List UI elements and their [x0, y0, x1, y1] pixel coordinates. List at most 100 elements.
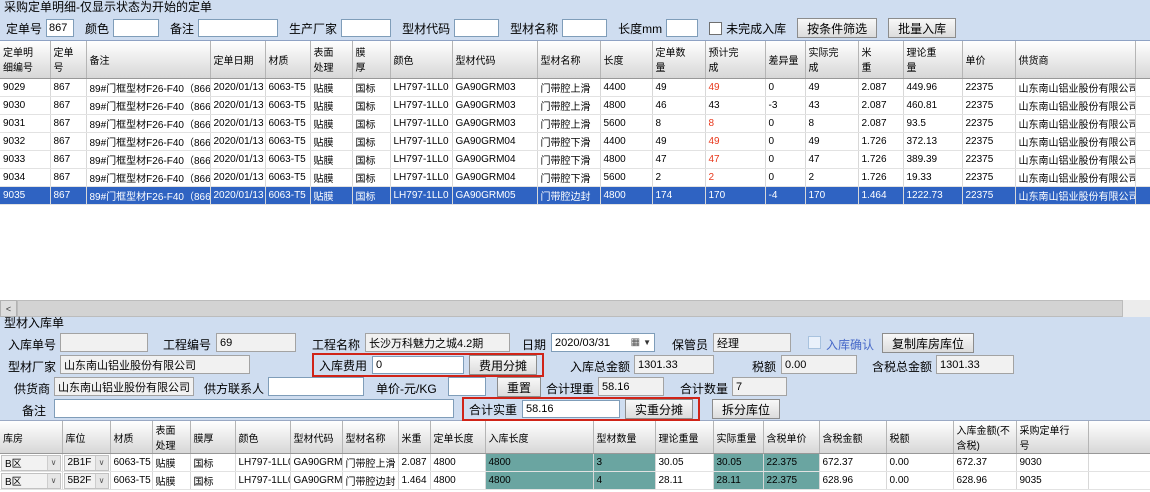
- unfinished-checkbox[interactable]: [709, 22, 722, 35]
- col-header-surface[interactable]: 表面 处理: [310, 41, 352, 78]
- col-header-order-date[interactable]: 定单日期: [210, 41, 265, 78]
- tax-label: 税额: [752, 358, 776, 375]
- table-row[interactable]: 903386789#门框型材F26-F40（866+867）2020/01/13…: [0, 150, 1150, 168]
- supplier-field[interactable]: [54, 377, 194, 396]
- col-header-film[interactable]: 膜 厚: [352, 41, 390, 78]
- col-header-theory-weight[interactable]: 理论重 量: [903, 41, 962, 78]
- col-header-material[interactable]: 材质: [110, 421, 152, 454]
- reset-button[interactable]: 重置: [497, 377, 541, 397]
- batch-inbound-button[interactable]: 批量入库: [888, 18, 956, 38]
- col-header-material[interactable]: 材质: [265, 41, 310, 78]
- theory-weight-field[interactable]: [598, 377, 664, 396]
- col-header-meter-weight[interactable]: 米重: [398, 421, 430, 454]
- col-header-taxed-price[interactable]: 含税单价: [763, 421, 819, 454]
- remark-field[interactable]: [54, 399, 454, 418]
- combo-select[interactable]: 5B2F∨: [62, 472, 110, 490]
- actual-weight-field[interactable]: [522, 400, 620, 418]
- order-no-input[interactable]: [46, 19, 74, 37]
- table-row[interactable]: 903086789#门框型材F26-F40（866+867）2020/01/13…: [0, 96, 1150, 114]
- combo-select[interactable]: 2B1F∨: [62, 454, 110, 472]
- table-row[interactable]: B区∨2B1F∨6063-T5贴膜国标LH797-1LL0GA90GRM03门带…: [0, 454, 1150, 472]
- col-header-profile-code[interactable]: 型材代码: [452, 41, 537, 78]
- col-header-tax[interactable]: 税额: [886, 421, 953, 454]
- col-header-meter-weight[interactable]: 米 重: [858, 41, 903, 78]
- date-dropdown-arrow-icon[interactable]: ▼: [643, 338, 651, 347]
- col-header-actual[interactable]: 实际完 成: [805, 41, 858, 78]
- col-header-qty[interactable]: 型材数量: [593, 421, 655, 454]
- contact-field[interactable]: [268, 377, 364, 396]
- col-header-inbound-length[interactable]: 入库长度: [485, 421, 593, 454]
- fee-red-box: 入库费用 费用分摊: [312, 353, 544, 377]
- col-header-po-line[interactable]: 采购定单行 号: [1016, 421, 1088, 454]
- col-header-length[interactable]: 长度: [600, 41, 652, 78]
- col-header-theory-weight[interactable]: 理论重量: [655, 421, 713, 454]
- scroll-left-button[interactable]: <: [0, 300, 17, 317]
- col-header-surface[interactable]: 表面 处理: [152, 421, 190, 454]
- profile-code-input[interactable]: [454, 19, 499, 37]
- col-header-diff[interactable]: 差异量: [765, 41, 805, 78]
- combo-select[interactable]: B区∨: [0, 472, 62, 490]
- horizontal-scrollbar[interactable]: <: [0, 300, 1150, 317]
- date-picker[interactable]: 2020/03/31 ▦ ▼: [551, 333, 655, 352]
- confirm-checkbox[interactable]: [808, 336, 821, 349]
- col-header-profile-name[interactable]: 型材名称: [342, 421, 398, 454]
- table-cell: 867: [50, 132, 86, 150]
- maker-input[interactable]: [341, 19, 391, 37]
- col-header-warehouse[interactable]: 库房: [0, 421, 62, 454]
- table-row[interactable]: 903286789#门框型材F26-F40（866+867）2020/01/13…: [0, 132, 1150, 150]
- profile-name-input[interactable]: [562, 19, 607, 37]
- col-header-unit-price[interactable]: 单价: [962, 41, 1015, 78]
- table-cell: 贴膜: [310, 186, 352, 204]
- weight-split-button[interactable]: 实重分摊: [625, 399, 693, 419]
- table-cell: 8: [705, 114, 765, 132]
- total-qty-field[interactable]: [732, 377, 787, 396]
- col-header-order-no[interactable]: 定单 号: [50, 41, 86, 78]
- calendar-icon[interactable]: ▦: [631, 337, 640, 348]
- col-header-location[interactable]: 库位: [62, 421, 110, 454]
- chevron-down-icon[interactable]: ∨: [95, 474, 108, 488]
- copy-location-button[interactable]: 复制库房库位: [882, 333, 974, 353]
- table-row[interactable]: B区∨5B2F∨6063-T5贴膜国标LH797-1LL0GA90GRM05门带…: [0, 472, 1150, 490]
- entry-no-field[interactable]: [60, 333, 148, 352]
- tax-field[interactable]: [781, 355, 857, 374]
- table-cell: 国标: [352, 114, 390, 132]
- col-header-expected[interactable]: 预计完 成: [705, 41, 765, 78]
- col-header-order-qty[interactable]: 定单数 量: [652, 41, 705, 78]
- split-location-button[interactable]: 拆分库位: [712, 399, 780, 419]
- table-cell: [1135, 132, 1150, 150]
- col-header-order-length[interactable]: 定单长度: [430, 421, 485, 454]
- col-header-film[interactable]: 膜厚: [190, 421, 235, 454]
- col-header-color[interactable]: 颜色: [390, 41, 452, 78]
- remark-input[interactable]: [198, 19, 278, 37]
- unit-price-field[interactable]: [448, 377, 486, 396]
- col-header-detail-no[interactable]: 定单明 细编号: [0, 41, 50, 78]
- chevron-down-icon[interactable]: ∨: [47, 456, 60, 470]
- col-header-taxed-amount[interactable]: 含税金额: [819, 421, 886, 454]
- table-row[interactable]: 903486789#门框型材F26-F40（866+867）2020/01/13…: [0, 168, 1150, 186]
- col-header-profile-code[interactable]: 型材代码: [290, 421, 342, 454]
- col-header-color[interactable]: 颜色: [235, 421, 290, 454]
- filter-button[interactable]: 按条件筛选: [797, 18, 877, 38]
- scrollbar-thumb[interactable]: [17, 300, 1123, 317]
- tax-total-field[interactable]: [936, 355, 1014, 374]
- total-amount-field[interactable]: [634, 355, 714, 374]
- table-row[interactable]: 903586789#门框型材F26-F40（866+867）2020/01/13…: [0, 186, 1150, 204]
- col-header-actual-weight[interactable]: 实际重量: [713, 421, 763, 454]
- length-input[interactable]: [666, 19, 698, 37]
- project-no-field[interactable]: [216, 333, 296, 352]
- fee-field[interactable]: [372, 356, 464, 374]
- color-input[interactable]: [113, 19, 159, 37]
- col-header-remark[interactable]: 备注: [86, 41, 210, 78]
- col-header-profile-name[interactable]: 型材名称: [537, 41, 600, 78]
- keeper-field[interactable]: [713, 333, 791, 352]
- table-row[interactable]: 903186789#门框型材F26-F40（866+867）2020/01/13…: [0, 114, 1150, 132]
- fee-split-button[interactable]: 费用分摊: [469, 355, 537, 375]
- factory-field[interactable]: [60, 355, 250, 374]
- table-row[interactable]: 902986789#门框型材F26-F40（866+867）2020/01/13…: [0, 78, 1150, 96]
- col-header-supplier[interactable]: 供货商: [1015, 41, 1135, 78]
- combo-select[interactable]: B区∨: [0, 454, 62, 472]
- project-name-field[interactable]: [365, 333, 510, 352]
- col-header-amount-notax[interactable]: 入库金额(不 含税): [953, 421, 1016, 454]
- chevron-down-icon[interactable]: ∨: [95, 456, 108, 470]
- chevron-down-icon[interactable]: ∨: [47, 474, 60, 488]
